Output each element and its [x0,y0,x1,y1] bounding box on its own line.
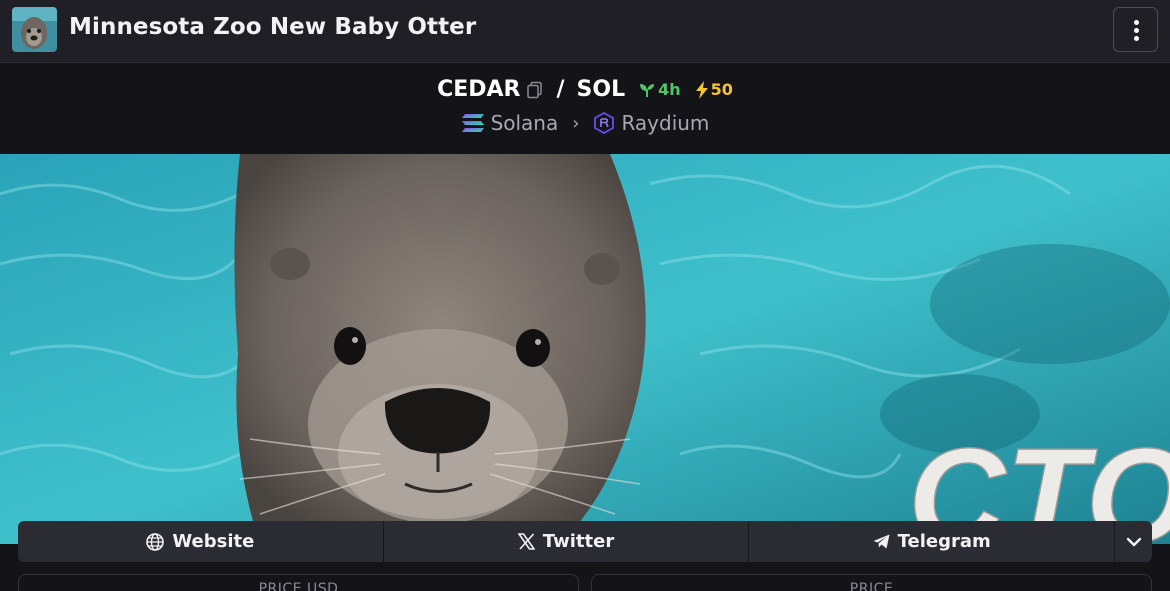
kebab-dot [1134,36,1139,41]
telegram-link-label: Telegram [897,531,991,552]
chevron-right-icon: › [572,112,580,134]
twitter-link-label: Twitter [542,531,615,552]
website-link[interactable]: Website [18,521,384,562]
more-links-dropdown[interactable] [1115,521,1152,562]
pair-quote-symbol: SOL [576,77,626,102]
pair-age-badge: 4h [639,80,681,99]
boost-value: 50 [710,80,733,99]
telegram-link[interactable]: Telegram [749,521,1116,562]
price-usd-card: PRICE USD [18,574,579,591]
top-bar: Minnesota Zoo New Baby Otter [0,0,1170,63]
lightning-bolt-icon [695,80,708,99]
solana-logo-icon [461,114,484,132]
pair-age-value: 4h [658,80,681,99]
globe-icon [146,532,165,551]
boost-badge[interactable]: 50 [695,80,733,99]
chevron-down-icon [1126,537,1141,546]
social-links-bar: Website Twitter Telegram [18,521,1152,562]
pair-header: CEDAR / SOL 4h 50 Solana › Raydium [0,64,1170,154]
pair-base-symbol: CEDAR [437,77,521,102]
price-native-card: PRICE [591,574,1152,591]
seedling-icon [640,83,655,97]
token-avatar [12,7,57,52]
x-logo-icon [517,533,535,550]
otter-avatar-icon [12,7,57,52]
chain-breadcrumb: Solana › Raydium [0,111,1170,139]
price-native-label: PRICE [849,581,894,591]
copy-icon[interactable] [526,81,544,99]
website-link-label: Website [172,531,255,552]
token-banner-image: CTO [0,154,1170,544]
more-menu-button[interactable] [1113,7,1158,52]
pair-separator: / [556,77,565,102]
price-usd-label: PRICE USD [258,581,339,591]
otter-banner-illustration: CTO [0,154,1170,544]
raydium-logo-icon [594,112,615,134]
pair-line: CEDAR / SOL 4h 50 [0,77,1170,107]
kebab-dot [1134,28,1139,33]
kebab-menu-icon [1134,20,1139,25]
chain-link-solana[interactable]: Solana [491,111,559,135]
telegram-icon [873,534,890,549]
dex-link-raydium[interactable]: Raydium [621,111,709,135]
token-name: Minnesota Zoo New Baby Otter [69,14,477,40]
twitter-link[interactable]: Twitter [384,521,750,562]
